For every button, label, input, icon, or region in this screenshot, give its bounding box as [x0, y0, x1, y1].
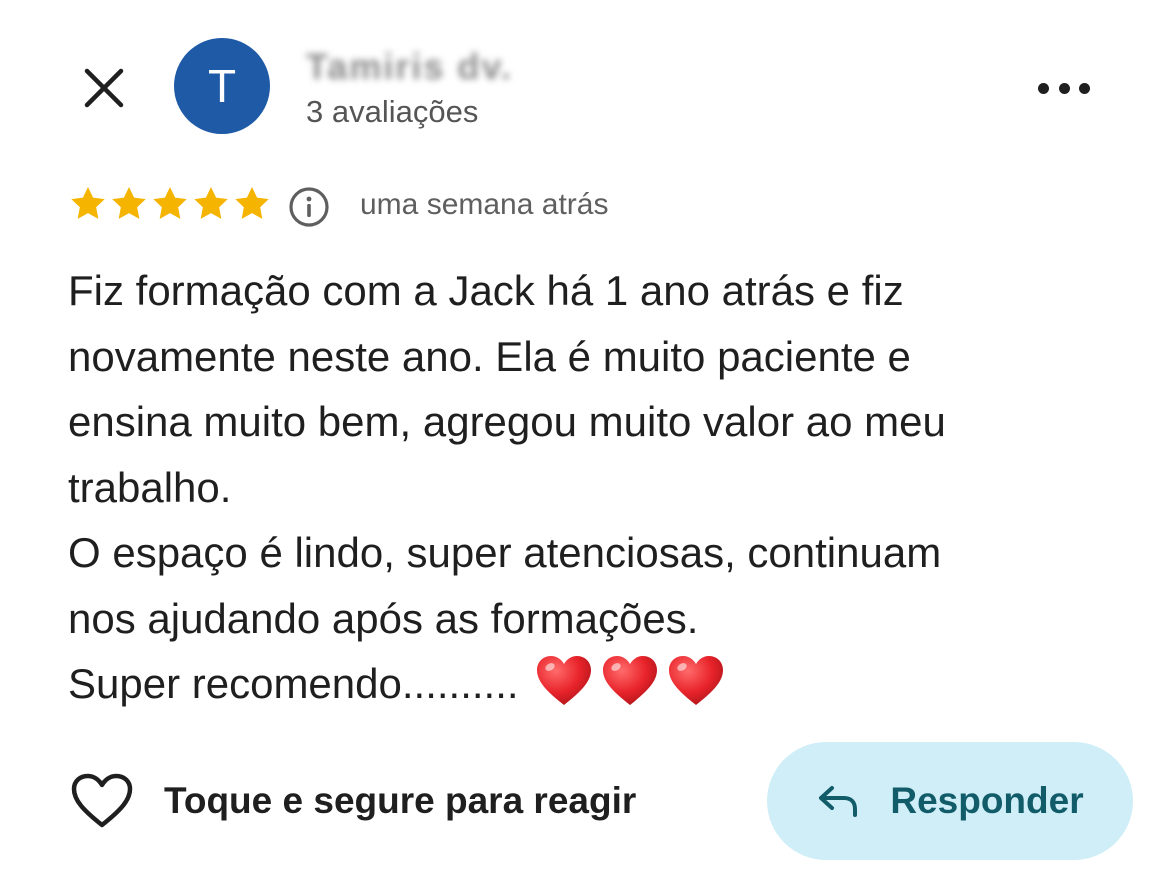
info-icon[interactable] [288, 186, 330, 228]
avatar-initial: T [207, 60, 237, 112]
review-line: nos ajudando após as formações. [68, 594, 699, 642]
star-icon [71, 187, 105, 219]
review-line: novamente neste ano. Ela é muito pacient… [68, 332, 911, 380]
more-options-button[interactable] [1034, 66, 1094, 110]
reply-button[interactable]: Responder [767, 742, 1133, 860]
review-line: Fiz formação com a Jack há 1 ano atrás e… [68, 267, 904, 314]
star-icon [194, 187, 228, 219]
more-options-dot [1058, 82, 1070, 94]
close-icon [84, 68, 124, 108]
close-button[interactable] [74, 60, 134, 116]
avatar[interactable]: T [174, 38, 270, 134]
reviewer-name[interactable]: Tamiris dv. [306, 46, 513, 90]
star-icon [112, 187, 146, 219]
heart-emoji-icon [668, 656, 723, 705]
reply-arrow-icon [819, 786, 858, 817]
react-label: Toque e segure para reagir [164, 780, 637, 821]
review-timestamp: uma semana atrás [360, 188, 609, 221]
review-line: Super recomendo.......... [68, 660, 519, 707]
review-count: 3 avaliações [306, 94, 479, 129]
more-options-icon [1038, 82, 1049, 94]
reply-label: Responder [890, 780, 1084, 821]
heart-emoji-icon [536, 656, 591, 705]
review-line-last: Super recomendo.......... [68, 651, 1108, 717]
review-line: ensina muito bem, agregou muito valor ao… [68, 398, 946, 445]
heart-emoji-icon [602, 656, 657, 705]
review-line: O espaço é lindo, super atenciosas, cont… [68, 529, 942, 576]
heart-emojis [535, 654, 725, 708]
more-options-dot [1079, 82, 1090, 94]
react-button[interactable]: Toque e segure para reagir [70, 768, 636, 834]
heart-outline-icon [71, 773, 133, 828]
star-icon [235, 187, 269, 219]
review-line: trabalho. [68, 463, 232, 511]
review-text: Fiz formação com a Jack há 1 ano atrás e… [68, 258, 1108, 717]
star-icon [153, 187, 187, 219]
star-rating [68, 184, 272, 228]
